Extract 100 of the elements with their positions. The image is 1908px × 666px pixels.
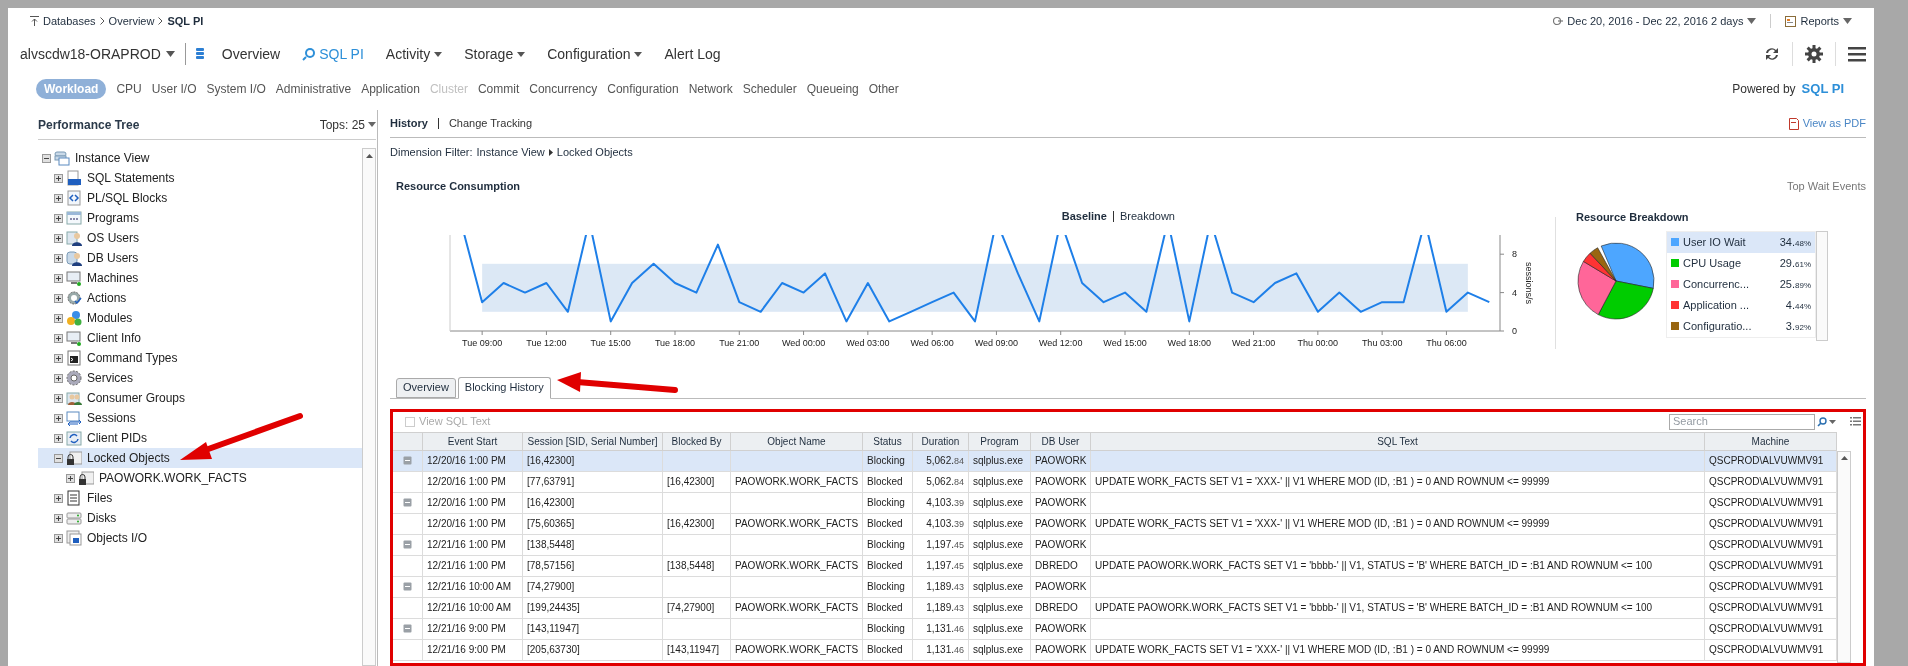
category-label[interactable]: Scheduler (742, 80, 797, 98)
category-label[interactable]: Configuration (607, 80, 679, 98)
tree-item[interactable]: PL/SQL Blocks (87, 189, 168, 207)
nav-item[interactable]: SQL PI (319, 43, 364, 65)
category-label[interactable]: CPU (116, 80, 142, 98)
nav-item[interactable]: Configuration (547, 43, 631, 65)
category-label[interactable]: Other (868, 80, 899, 98)
table-row[interactable]: 12/21/16 9:00 PM [143,11947] Blocking 1,131.46 sqlplus.exe PAOWORK QSCPROD\ALVUWMV91 (393, 618, 1837, 640)
tree-row-highlight[interactable]: Locked Objects (38, 448, 362, 468)
tree-item[interactable]: Programs (87, 209, 139, 227)
table-cell-text: [199,24435] (527, 601, 580, 615)
table-row[interactable]: 12/20/16 1:00 PM [16,42300] Blocking 5,062.84 sqlplus.exe PAOWORK QSCPROD\ALVUWMV91 (393, 450, 1837, 472)
category-label[interactable]: User I/O (151, 80, 197, 98)
table-cell-text: 4,103.39 (926, 516, 964, 531)
nav-item[interactable]: Storage (464, 43, 514, 65)
x-tick-label: Tue 09:00 (462, 337, 503, 348)
powered-by-label: Powered by (1732, 81, 1796, 98)
column-header[interactable]: Machine (1705, 432, 1837, 450)
tree-item[interactable]: Disks (87, 509, 117, 527)
nav-item[interactable]: Alert Log (664, 43, 721, 65)
column-header[interactable]: SQL Text (1091, 432, 1705, 450)
tops-selector[interactable]: Tops: 25 (319, 115, 365, 134)
tree-item[interactable]: Client PIDs (87, 429, 148, 447)
nav-item[interactable]: Overview (221, 43, 281, 65)
tree-item[interactable]: Files (87, 489, 113, 507)
legend-percent: 25.89% (1779, 276, 1811, 292)
category-label[interactable]: Application (361, 80, 420, 98)
chart-mode-toggle[interactable]: Breakdown (1119, 208, 1175, 225)
filter-path-item[interactable]: Locked Objects (556, 143, 633, 161)
tree-item[interactable]: PAOWORK.WORK_FACTS (99, 469, 247, 487)
category-label[interactable]: Administrative (275, 80, 352, 98)
table-cell-text: PAOWORK (1035, 580, 1087, 594)
x-tick-label: Tue 12:00 (526, 337, 567, 348)
legend-label: User IO Wait (1683, 234, 1747, 250)
legend-percent: 29.61% (1779, 255, 1811, 271)
tree-item[interactable]: DB Users (87, 249, 139, 267)
table-cell-text: sqlplus.exe (973, 517, 1024, 531)
top-wait-events-link[interactable]: Top Wait Events (1786, 178, 1866, 195)
tab[interactable]: Overview (396, 377, 456, 398)
tree-item[interactable]: Consumer Groups (87, 389, 186, 407)
table-row[interactable]: 12/20/16 1:00 PM [16,42300] Blocking 4,103.39 sqlplus.exe PAOWORK QSCPROD\ALVUWMV91 (393, 492, 1837, 514)
table-row[interactable]: 12/21/16 1:00 PM [138,5448] Blocking 1,197.45 sqlplus.exe PAOWORK QSCPROD\ALVUWMV91 (393, 534, 1837, 556)
tree-item[interactable]: Locked Objects (87, 449, 170, 467)
date-range-selector[interactable]: Dec 20, 2016 - Dec 22, 2016 2 days (1567, 12, 1744, 30)
table-row[interactable]: 12/21/16 10:00 AM [74,27900] Blocking 1,189.43 sqlplus.exe PAOWORK QSCPROD\ALVUWMV91 (393, 576, 1837, 598)
view-tab[interactable]: History (390, 115, 428, 132)
tree-item[interactable]: SQL Statements (87, 169, 175, 187)
legend-row-highlight[interactable]: User IO Wait 34.48% (1667, 231, 1815, 253)
view-tab[interactable]: Change Tracking (448, 115, 533, 132)
product-logo: SQL PI (1801, 80, 1844, 99)
breadcrumb-link[interactable]: Databases (43, 12, 96, 30)
search-field[interactable]: Search (1669, 413, 1815, 430)
breadcrumb-link[interactable]: Overview (108, 12, 155, 30)
category-label[interactable]: Concurrency (529, 80, 598, 98)
table-cell-text: 12/21/16 1:00 PM (427, 559, 506, 573)
column-header[interactable]: Event Start (423, 432, 523, 450)
table-row[interactable]: 12/21/16 9:00 PM [205,63730] [143,11947] PAOWORK.WORK_FACTS Blocked 1,131.46 sqlplus.exe PAOWORK UPDATE WORK_FACTS SET V1 = 'XXX-' || V1 WHERE MOD (ID, :B1 ) = 0 AND ROWNUM <= 99999 QSCPROD\ALVUWMV91 (393, 639, 1837, 661)
category-label[interactable]: Network (688, 80, 733, 98)
table-cell-text: 12/21/16 10:00 AM (427, 601, 511, 615)
tree-item[interactable]: Machines (87, 269, 139, 287)
column-header[interactable]: Duration (913, 432, 969, 450)
tree-item[interactable]: Actions (87, 289, 127, 307)
nav-item[interactable]: Activity (385, 43, 431, 65)
y-tick-label: 4 (1512, 287, 1517, 298)
column-header[interactable]: DB User (1031, 432, 1091, 450)
x-tick-label: Wed 06:00 (910, 337, 954, 348)
table-cell-text: sqlplus.exe (973, 580, 1024, 594)
category-label[interactable]: System I/O (206, 80, 266, 98)
table-row[interactable]: 12/20/16 1:00 PM [77,63791] [16,42300] PAOWORK.WORK_FACTS Blocked 5,062.84 sqlplus.exe PAOWORK UPDATE WORK_FACTS SET V1 = 'XXX-' || V1 WHERE MOD (ID, :B1 ) = 0 AND ROWNUM <= 99999 QSCPROD\ALVUWMV91 (393, 471, 1837, 493)
table-row[interactable]: 12/20/16 1:00 PM [75,60365] [16,42300] PAOWORK.WORK_FACTS Blocked 4,103.39 sqlplus.exe PAOWORK UPDATE WORK_FACTS SET V1 = 'XXX-' || V1 WHERE MOD (ID, :B1 ) = 0 AND ROWNUM <= 99999 QSCPROD\ALVUWMV91 (393, 513, 1837, 535)
x-tick-label: Wed 09:00 (974, 337, 1019, 348)
tab[interactable]: Blocking History (457, 376, 551, 399)
category-label[interactable]: Commit (477, 80, 520, 98)
tree-item[interactable]: Modules (87, 309, 133, 327)
legend-percent: 34.48% (1779, 234, 1811, 250)
table-cell-text: UPDATE PAOWORK.WORK_FACTS SET V1 = 'bbbb-' || V1, STATUS = 'B' WHERE BATCH_ID = :B1 AND ROWNUM <= 100 (1095, 559, 1653, 573)
column-header[interactable]: Blocked By (663, 432, 731, 450)
column-header[interactable]: Status (863, 432, 913, 450)
column-header[interactable]: Program (969, 432, 1031, 450)
tree-item[interactable]: OS Users (87, 229, 139, 247)
view-as-pdf-link[interactable]: View as PDF (1802, 115, 1866, 132)
chart-mode-toggle[interactable]: Baseline (1061, 208, 1107, 225)
table-cell-text: [16,42300] (527, 496, 575, 510)
column-header[interactable]: Session [SID, Serial Number] (523, 432, 663, 450)
table-cell-text: [138,5448] (527, 538, 575, 552)
category-label[interactable]: Queueing (806, 80, 859, 98)
tree-item[interactable]: Instance View (75, 149, 150, 167)
tree-item[interactable]: Client Info (87, 329, 142, 347)
table-cell-text: QSCPROD\ALVUWMV91 (1709, 601, 1824, 615)
tree-item[interactable]: Objects I/O (87, 529, 148, 547)
x-tick-label: Wed 18:00 (1167, 337, 1211, 348)
filter-path-item[interactable]: Instance View (476, 143, 545, 161)
tree-item[interactable]: Command Types (87, 349, 178, 367)
instance-selector[interactable]: alvscdw18-ORAPROD (20, 43, 161, 65)
column-header[interactable]: Object Name (731, 432, 863, 450)
reports-menu[interactable]: Reports (1800, 12, 1839, 30)
tree-item[interactable]: Sessions (87, 409, 136, 427)
table-cell-text: sqlplus.exe (973, 454, 1024, 468)
y-tick-label: 8 (1512, 248, 1517, 259)
tree-item[interactable]: Services (87, 369, 133, 387)
